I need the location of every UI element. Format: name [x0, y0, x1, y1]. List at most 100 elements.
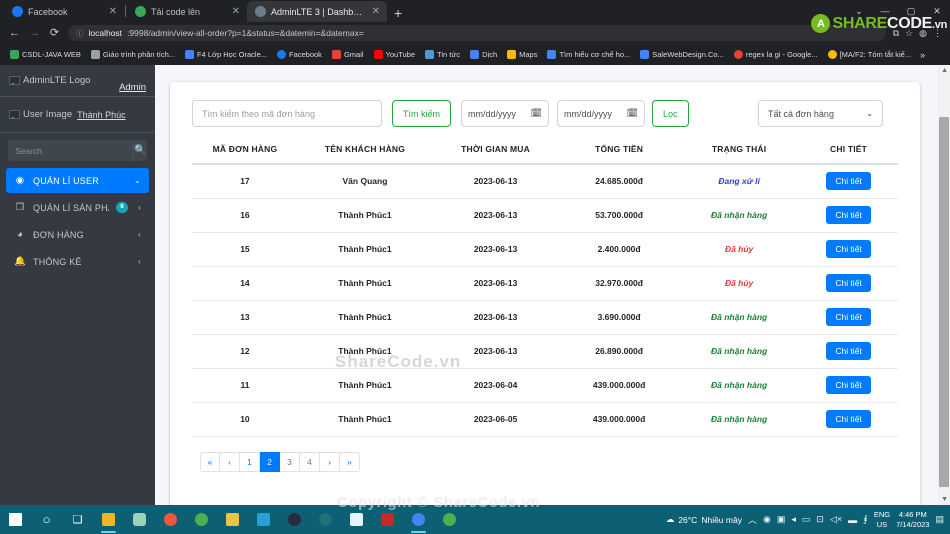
chevron-left-icon: ‹ — [138, 257, 141, 266]
pagination-item[interactable]: 2 — [260, 451, 280, 472]
app-dark-icon[interactable] — [279, 505, 310, 534]
vscode-icon[interactable] — [248, 505, 279, 534]
system-tray: ☁ 26°C Nhiều mây ︿ ◉ ▣ ◂ ▭ ⊡ ◁× ▬ ∮ ENG … — [666, 510, 950, 529]
opera-icon[interactable] — [155, 505, 186, 534]
pagination-item[interactable]: 4 — [300, 451, 320, 472]
search-box[interactable]: 🔍 — [8, 140, 147, 161]
chevron-down-icon: ⌄ — [134, 176, 141, 185]
notifications-icon[interactable]: ▤ — [935, 514, 944, 525]
table-row: 14 Thành Phúc1 2023-06-13 32.970.000đ Đã hủy… — [192, 266, 898, 301]
brand-admin-label[interactable]: Admin — [119, 82, 146, 93]
weather-widget[interactable]: ☁ 26°C Nhiều mây — [666, 514, 742, 525]
date-to-placeholder: mm/dd/yyyy — [564, 108, 613, 119]
forward-icon[interactable]: → — [28, 27, 41, 39]
bookmark-item[interactable]: CSDL-JAVA WEB — [5, 50, 86, 59]
bookmark-favicon-icon — [425, 50, 435, 59]
new-tab-button[interactable]: + — [394, 6, 402, 20]
browser-tab-2[interactable]: AdminLTE 3 | Dashboard ✕ — [247, 1, 387, 22]
pagination-item[interactable]: ‹ — [220, 451, 240, 472]
display-icon[interactable]: ▭ — [802, 514, 811, 525]
bookmark-item[interactable]: Dịch — [465, 50, 502, 59]
bookmark-item[interactable]: Giáo trình phân tích... — [86, 50, 180, 59]
filter-button[interactable]: Lọc — [652, 100, 689, 127]
calendar-icon[interactable]: 🗓 — [531, 108, 542, 119]
detail-button[interactable]: Chi tiết — [826, 274, 871, 292]
browser-tab-1[interactable]: Tải code lên ✕ — [127, 1, 247, 22]
battery-icon[interactable]: ▬ — [848, 515, 857, 525]
shield-icon[interactable]: ◉ — [763, 514, 771, 525]
bookmark-item[interactable]: [MA/F2: Tóm tắt kiế... — [823, 50, 917, 59]
file-explorer-icon[interactable] — [93, 505, 124, 534]
bookmark-item[interactable]: Tin tức — [420, 50, 465, 59]
sidebar-item-don-hang[interactable]: ◕ ĐƠN HÀNG ‹ — [6, 222, 149, 247]
netbeans-icon[interactable] — [217, 505, 248, 534]
bookmark-label: Tin tức — [437, 50, 461, 59]
search-button[interactable]: Tìm kiếm — [392, 100, 451, 127]
detail-button[interactable]: Chi tiết — [826, 308, 871, 326]
bookmark-item[interactable]: Facebook — [272, 50, 327, 59]
date-from-input[interactable]: mm/dd/yyyy 🗓 — [461, 100, 549, 127]
order-search-input[interactable] — [192, 100, 382, 127]
store-icon[interactable] — [124, 505, 155, 534]
pagination-item[interactable]: › — [320, 451, 340, 472]
search-input[interactable] — [8, 140, 133, 161]
back-icon[interactable]: ← — [8, 27, 21, 39]
order-status-select[interactable]: Tất cả đơn hàng ⌄ — [758, 100, 883, 127]
sidebar-user-name[interactable]: Thành Phúc — [77, 110, 126, 120]
bookmark-favicon-icon — [733, 50, 743, 59]
cell-order-id: 14 — [192, 266, 298, 301]
sidebar-item-quan-li-user[interactable]: ◉ QUẢN LÍ USER ⌄ — [6, 168, 149, 193]
close-icon[interactable]: ✕ — [232, 6, 240, 17]
bookmark-item[interactable]: YouTube — [369, 50, 420, 59]
site-info-icon[interactable]: ⓘ — [76, 28, 84, 39]
cell-detail: Chi tiết — [799, 232, 898, 267]
v-icon[interactable]: ▣ — [777, 514, 786, 525]
date-to-input[interactable]: mm/dd/yyyy 🗓 — [557, 100, 645, 127]
app-green-icon[interactable] — [186, 505, 217, 534]
bookmark-item[interactable]: F4 Lớp Học Oracle... — [180, 50, 272, 59]
page-scrollbar[interactable]: ▲ ▼ — [938, 65, 950, 505]
search-icon[interactable]: ○ — [31, 505, 62, 534]
volume-mute-icon[interactable]: ◁× — [830, 514, 842, 525]
pagination-item[interactable]: » — [340, 451, 360, 472]
pagination-item[interactable]: 1 — [240, 451, 260, 472]
detail-button[interactable]: Chi tiết — [826, 240, 871, 258]
cell-total-amount: 26.890.000đ — [559, 334, 680, 369]
browser-tab-0[interactable]: Facebook ✕ — [4, 1, 124, 22]
address-bar[interactable]: ⓘ localhost:9998/admin/view-all-order?p=… — [68, 25, 886, 41]
close-icon[interactable]: ✕ — [372, 6, 380, 17]
bookmarks-overflow-icon[interactable]: » — [916, 50, 929, 60]
pagination-item[interactable]: 3 — [280, 451, 300, 472]
wifi-icon[interactable]: ◂ — [791, 514, 796, 525]
scroll-up-icon[interactable]: ▲ — [941, 67, 948, 74]
sidebar-item-thong-ke[interactable]: 🔔 THỐNG KÊ ‹ — [6, 249, 149, 274]
sidebar-brand[interactable]: AdminLTE Logo Admin — [0, 65, 155, 97]
bluetooth-icon[interactable]: ∮ — [863, 514, 868, 525]
sidebar-user-panel[interactable]: User Image Thành Phúc — [0, 97, 155, 133]
close-icon[interactable]: ✕ — [109, 6, 117, 17]
detail-button[interactable]: Chi tiết — [826, 410, 871, 428]
language-indicator[interactable]: ENG US — [874, 510, 890, 529]
calendar-icon[interactable]: 🗓 — [627, 108, 638, 119]
bookmark-item[interactable]: Tìm hiểu cơ chế ho... — [542, 50, 635, 59]
detail-button[interactable]: Chi tiết — [826, 342, 871, 360]
scrollbar-thumb[interactable] — [939, 117, 949, 487]
column-header-chi-tiet: CHI TIẾT — [799, 144, 898, 165]
start-icon[interactable] — [0, 505, 31, 534]
chevron-up-icon[interactable]: ︿ — [748, 513, 757, 526]
bookmark-item[interactable]: Maps — [502, 50, 542, 59]
detail-button[interactable]: Chi tiết — [826, 172, 871, 191]
pagination-item[interactable]: « — [200, 451, 220, 472]
detail-button[interactable]: Chi tiết — [826, 376, 871, 394]
task-view-icon[interactable]: ❏ — [62, 505, 93, 534]
bookmark-item[interactable]: Gmail — [327, 50, 369, 59]
bookmark-item[interactable]: regex la gi - Google... — [729, 50, 823, 59]
search-icon[interactable]: 🔍 — [133, 140, 147, 161]
network-icon[interactable]: ⊡ — [816, 514, 824, 525]
clock[interactable]: 4:46 PM 7/14/2023 — [896, 510, 929, 529]
bookmark-item[interactable]: SaleWebDesign.Co... — [635, 50, 729, 59]
scroll-down-icon[interactable]: ▼ — [941, 496, 948, 503]
sidebar-item-quan-li-san-pham[interactable]: ❐ QUẢN LÍ SẢN PHẨM 6 ‹ — [6, 195, 149, 220]
detail-button[interactable]: Chi tiết — [826, 206, 871, 224]
reload-icon[interactable]: ⟳ — [48, 27, 61, 39]
